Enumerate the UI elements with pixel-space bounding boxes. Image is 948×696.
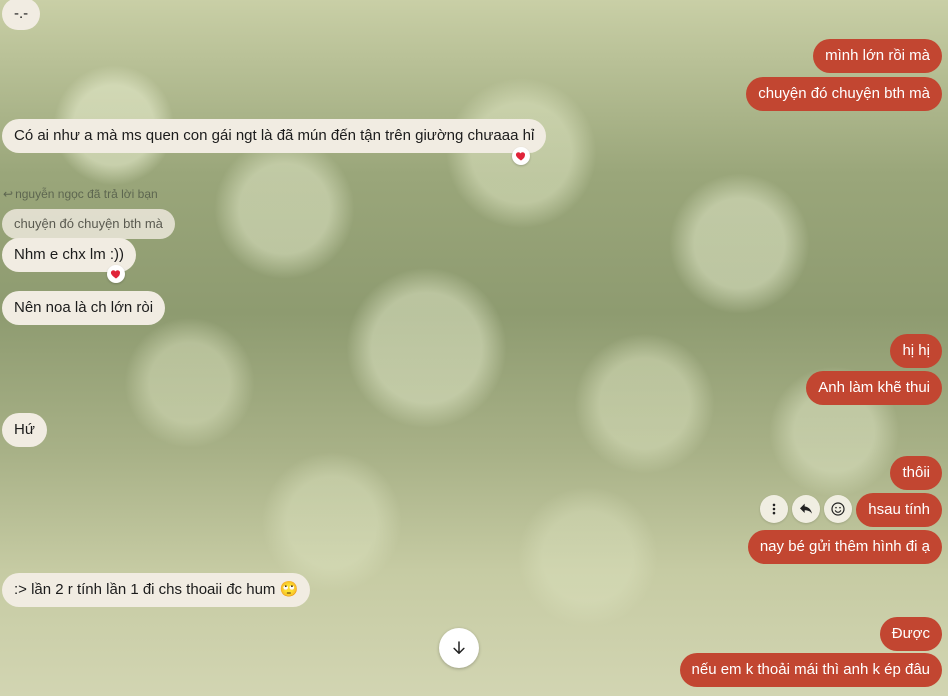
heart-reaction[interactable] bbox=[512, 147, 530, 165]
message-outgoing[interactable]: hị hị bbox=[890, 334, 942, 368]
arrow-down-icon bbox=[453, 641, 465, 654]
message-outgoing[interactable]: nếu em k thoải mái thì anh k ép đâu bbox=[679, 653, 942, 687]
more-vertical-icon bbox=[772, 503, 776, 515]
react-button[interactable] bbox=[824, 495, 852, 523]
reply-header: ↩ nguyễn ngọc đã trả lời bạn bbox=[3, 187, 158, 201]
message-incoming[interactable]: :> lần 2 r tính lần 1 đi chs thoaii đc h… bbox=[2, 573, 311, 607]
emoji-icon bbox=[831, 502, 845, 516]
reply-button[interactable] bbox=[792, 495, 820, 523]
heart-icon bbox=[515, 152, 526, 161]
message-incoming[interactable]: Có ai như a mà ms quen con gái ngt là đã… bbox=[2, 119, 547, 153]
message-outgoing[interactable]: nay bé gửi thêm hình đi ạ bbox=[747, 530, 942, 564]
quoted-message[interactable]: chuyện đó chuyện bth mà bbox=[2, 209, 175, 239]
scroll-to-bottom-button[interactable] bbox=[439, 628, 479, 668]
reply-icon bbox=[800, 503, 812, 514]
message-outgoing[interactable]: hsau tính bbox=[856, 493, 942, 527]
more-options-button[interactable] bbox=[760, 495, 788, 523]
heart-reaction[interactable] bbox=[107, 265, 125, 283]
message-outgoing[interactable]: mình lớn rồi mà bbox=[813, 39, 942, 73]
message-outgoing[interactable]: Anh làm khẽ thui bbox=[806, 371, 942, 405]
message-incoming[interactable]: -.- bbox=[2, 0, 41, 30]
reply-arrow-icon: ↩ bbox=[3, 187, 14, 201]
message-outgoing[interactable]: thôii bbox=[890, 456, 942, 490]
message-outgoing[interactable]: Được bbox=[879, 617, 942, 651]
message-incoming[interactable]: Nên noa là ch lớn ròi bbox=[2, 291, 166, 325]
message-outgoing[interactable]: chuyện đó chuyện bth mà bbox=[746, 77, 942, 111]
heart-icon bbox=[110, 270, 121, 279]
reply-header-label: nguyễn ngọc đã trả lời bạn bbox=[15, 187, 158, 201]
message-incoming[interactable]: Hứ bbox=[2, 413, 47, 447]
